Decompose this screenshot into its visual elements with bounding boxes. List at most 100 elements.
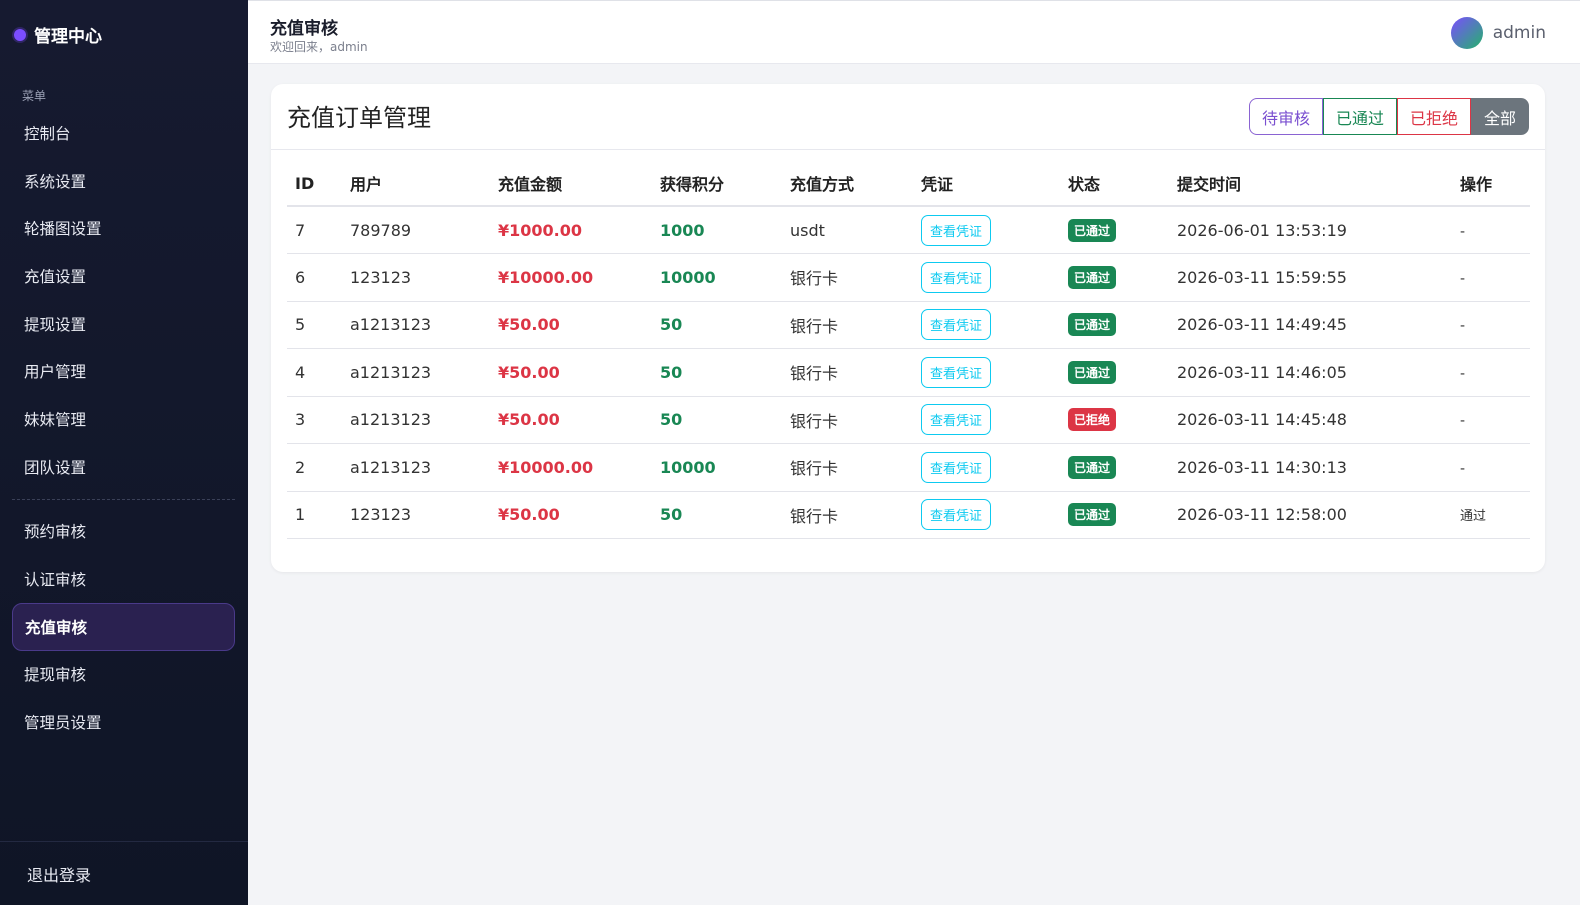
cell-proof: 查看凭证 [913,396,1060,444]
status-badge: 已拒绝 [1068,408,1117,432]
brand-dot-icon [14,28,26,41]
welcome-text: 欢迎回来，admin [270,40,368,54]
cell-points: 10000 [652,443,782,492]
cell-proof: 查看凭证 [913,491,1060,539]
cell-amount: ¥50.00 [490,348,652,397]
view-proof-button[interactable]: 查看凭证 [921,214,992,246]
menu-caption: 菜单 [22,89,47,103]
cell-method: 银行卡 [782,396,913,444]
cell-method: 银行卡 [782,348,913,397]
cell-time: 2026-03-11 14:45:48 [1169,396,1452,444]
card-title: 充值订单管理 [287,104,431,132]
sidebar-item-system-settings[interactable]: 系统设置 [12,157,235,205]
cell-points: 50 [652,348,782,397]
status-badge: 已通过 [1068,265,1117,289]
cell-user: 123123 [342,253,490,302]
cell-proof: 查看凭证 [913,301,1060,349]
table-row: 5 a1213123 ¥50.00 50 银行卡 查看凭证 已通过 2026-03-11 14… [287,301,1530,349]
cell-actions: - [1452,348,1530,397]
cell-actions: - [1452,443,1530,492]
cell-time: 2026-03-11 15:59:55 [1169,253,1452,302]
sidebar: 管理中心 菜单 控制台 系统设置 轮播图设置 充值设置 提现设置 用户管理 妹妹管理 团队设置… [0,0,248,905]
sidebar-item-dashboard[interactable]: 控制台 [12,109,235,157]
logout-area: 退出登录 [0,841,248,905]
username[interactable]: admin [1493,23,1546,43]
sidebar-item-withdraw-settings[interactable]: 提现设置 [12,300,235,348]
table-row: 7 789789 ¥1000.00 1000 usdt 查看凭证 已通过 2026-06-01… [287,206,1530,254]
filter-all-button[interactable]: 全部 [1470,98,1529,135]
cell-points: 1000 [652,206,782,254]
cell-proof: 查看凭证 [913,443,1060,492]
filter-rejected-button[interactable]: 已拒绝 [1396,98,1471,135]
page-title: 充值审核 [270,19,338,39]
recharge-orders-card: 充值订单管理 待审核 已通过 已拒绝 全部 ID 用户 充值金额 获得积分 充值… [271,84,1545,572]
view-proof-button[interactable]: 查看凭证 [921,499,992,531]
cell-user: 789789 [342,206,490,254]
orders-table: ID 用户 充值金额 获得积分 充值方式 凭证 状态 提交时间 操作 7 7897… [287,161,1530,539]
cell-time: 2026-03-11 14:46:05 [1169,348,1452,397]
avatar[interactable] [1450,17,1483,49]
view-proof-button[interactable]: 查看凭证 [921,404,992,436]
cell-id: 7 [287,206,342,254]
cell-id: 3 [287,396,342,444]
cell-time: 2026-03-11 14:30:13 [1169,443,1452,492]
user-menu[interactable]: admin [1450,17,1546,49]
card-header: 充值订单管理 待审核 已通过 已拒绝 全部 [271,84,1545,150]
view-proof-button[interactable]: 查看凭证 [921,261,992,293]
cell-user: 123123 [342,491,490,539]
cell-actions: - [1452,301,1530,349]
cell-time: 2026-03-11 14:49:45 [1169,301,1452,349]
cell-method: 银行卡 [782,443,913,492]
action-placeholder: - [1460,365,1466,382]
cell-proof: 查看凭证 [913,253,1060,302]
cell-amount: ¥1000.00 [490,206,652,254]
sidebar-item-team-settings[interactable]: 团队设置 [12,443,235,491]
table-body: 7 789789 ¥1000.00 1000 usdt 查看凭证 已通过 2026-06-01… [287,206,1530,539]
sidebar-item-booking-review[interactable]: 预约审核 [12,508,235,556]
cell-actions: - [1452,396,1530,444]
sidebar-item-recharge-review[interactable]: 充值审核 [12,602,235,651]
sidebar-item-meimei-management[interactable]: 妹妹管理 [12,395,235,443]
cell-id: 1 [287,491,342,539]
cell-user: a1213123 [342,443,490,492]
approve-action-link[interactable]: 通过 [1460,509,1486,524]
cell-method: 银行卡 [782,491,913,539]
cell-id: 6 [287,253,342,302]
cell-status: 已拒绝 [1060,396,1169,444]
filter-pending-button[interactable]: 待审核 [1248,98,1323,135]
column-header-id: ID [287,161,342,207]
cell-status: 已通过 [1060,301,1169,349]
table-row: 2 a1213123 ¥10000.00 10000 银行卡 查看凭证 已通过 2026-03… [287,443,1530,492]
view-proof-button[interactable]: 查看凭证 [921,309,992,341]
cell-amount: ¥10000.00 [490,253,652,302]
filter-approved-button[interactable]: 已通过 [1322,98,1397,135]
status-filter-group: 待审核 已通过 已拒绝 全部 [1248,98,1529,135]
cell-status: 已通过 [1060,348,1169,397]
cell-user: a1213123 [342,301,490,349]
menu-divider [12,498,235,500]
cell-method: usdt [782,206,913,254]
cell-user: a1213123 [342,348,490,397]
sidebar-item-verification-review[interactable]: 认证审核 [12,555,235,603]
top-header: 充值审核 欢迎回来，admin admin [248,0,1580,64]
sidebar-item-withdraw-review[interactable]: 提现审核 [12,651,235,699]
status-badge: 已通过 [1068,313,1117,337]
column-header-method: 充值方式 [782,161,913,207]
cell-method: 银行卡 [782,301,913,349]
cell-actions: - [1452,206,1530,254]
cell-actions: 通过 [1452,491,1530,539]
cell-status: 已通过 [1060,206,1169,254]
brand: 管理中心 [14,22,102,47]
cell-id: 4 [287,348,342,397]
view-proof-button[interactable]: 查看凭证 [921,356,992,388]
sidebar-item-user-management[interactable]: 用户管理 [12,347,235,395]
logout-button[interactable]: 退出登录 [27,862,91,886]
sidebar-item-carousel-settings[interactable]: 轮播图设置 [12,204,235,252]
cell-amount: ¥50.00 [490,396,652,444]
sidebar-item-admin-settings[interactable]: 管理员设置 [12,698,235,746]
sidebar-item-recharge-settings[interactable]: 充值设置 [12,252,235,300]
cell-points: 50 [652,396,782,444]
column-header-amount: 充值金额 [490,161,652,207]
table-row: 4 a1213123 ¥50.00 50 银行卡 查看凭证 已通过 2026-03-11 14… [287,348,1530,397]
view-proof-button[interactable]: 查看凭证 [921,451,992,483]
